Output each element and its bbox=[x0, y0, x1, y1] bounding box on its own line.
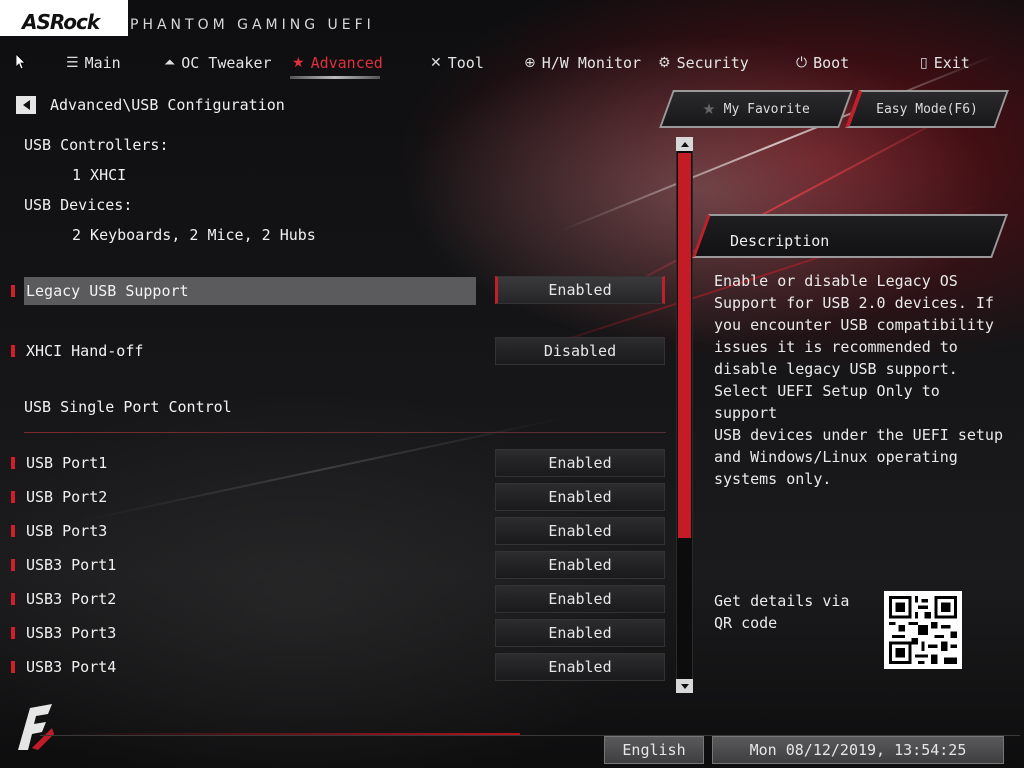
tab-hw-monitor[interactable]: ⊕ H/W Monitor bbox=[524, 50, 641, 76]
active-tab-indicator bbox=[290, 76, 380, 79]
usb-controllers-value: 1 XHCI bbox=[72, 166, 127, 184]
tab-tool[interactable]: ✕ Tool bbox=[430, 50, 484, 76]
tab-boot[interactable]: ⏻ Boot bbox=[796, 50, 849, 76]
usb-port2-value[interactable]: Enabled bbox=[495, 483, 665, 511]
usb3-port4-label[interactable]: USB3 Port4 bbox=[26, 658, 116, 676]
scrollbar-thumb[interactable] bbox=[678, 153, 691, 538]
rocket-icon: ⏶ bbox=[164, 55, 176, 71]
easy-mode-button[interactable]: Easy Mode(F6) bbox=[845, 90, 1009, 128]
nav-tabs: ☰ Main ⏶ OC Tweaker ★ Advanced ✕ Tool ⊕ … bbox=[0, 50, 1024, 80]
usb-controllers-label: USB Controllers: bbox=[24, 136, 169, 154]
qr-caption: Get details via QR code bbox=[714, 592, 850, 632]
usb3-port3-label[interactable]: USB3 Port3 bbox=[26, 624, 116, 642]
option-marker bbox=[11, 457, 15, 469]
xhci-handoff-label[interactable]: XHCI Hand-off bbox=[26, 342, 143, 360]
usb3-port3-value[interactable]: Enabled bbox=[495, 619, 665, 647]
usb-devices-label: USB Devices: bbox=[24, 196, 133, 214]
description-title: Description bbox=[730, 232, 830, 250]
tab-label: Main bbox=[84, 54, 121, 72]
star-icon: ★ bbox=[292, 55, 305, 71]
button-label: Easy Mode(F6) bbox=[876, 101, 978, 117]
section-divider bbox=[24, 432, 666, 433]
tab-main[interactable]: ☰ Main bbox=[66, 50, 121, 76]
scroll-up-button[interactable] bbox=[676, 137, 693, 151]
xhci-handoff-value[interactable]: Disabled bbox=[495, 337, 665, 365]
tab-label: Boot bbox=[813, 54, 850, 72]
shield-icon: ⚙ bbox=[658, 55, 671, 71]
usb-port1-label[interactable]: USB Port1 bbox=[26, 454, 107, 472]
star-icon: ★ bbox=[702, 100, 716, 118]
button-content: ★ My Favorite bbox=[666, 90, 846, 128]
language-selector[interactable]: English bbox=[604, 736, 704, 764]
option-marker bbox=[11, 491, 15, 503]
list-icon: ☰ bbox=[66, 55, 79, 71]
monitor-icon: ⊕ bbox=[524, 55, 536, 71]
breadcrumb-path: Advanced\USB Configuration bbox=[50, 96, 285, 114]
tab-label: H/W Monitor bbox=[541, 54, 642, 72]
usb-single-port-control-label: USB Single Port Control bbox=[24, 398, 232, 416]
back-arrow-icon bbox=[22, 100, 30, 110]
tab-label: Security bbox=[676, 54, 749, 72]
usb3-port2-label[interactable]: USB3 Port2 bbox=[26, 590, 116, 608]
tab-security[interactable]: ⚙ Security bbox=[658, 50, 749, 76]
usb-port1-value[interactable]: Enabled bbox=[495, 449, 665, 477]
tools-icon: ✕ bbox=[430, 55, 442, 71]
usb-port3-label[interactable]: USB Port3 bbox=[26, 522, 107, 540]
tab-label: Exit bbox=[933, 54, 970, 72]
tab-oc-tweaker[interactable]: ⏶ OC Tweaker bbox=[164, 50, 272, 76]
option-marker bbox=[11, 661, 15, 673]
brand-title: PHANTOM GAMING UEFI bbox=[130, 17, 375, 33]
option-marker bbox=[11, 285, 15, 297]
option-marker bbox=[11, 559, 15, 571]
tab-advanced[interactable]: ★ Advanced bbox=[292, 50, 383, 76]
asrock-logo: ASRock bbox=[0, 0, 128, 36]
arrow-up-icon bbox=[680, 141, 689, 147]
usb-port3-value[interactable]: Enabled bbox=[495, 517, 665, 545]
option-marker bbox=[11, 525, 15, 537]
datetime-display: Mon 08/12/2019, 13:54:25 bbox=[712, 736, 1004, 764]
usb3-port1-label[interactable]: USB3 Port1 bbox=[26, 556, 116, 574]
usb3-port4-value[interactable]: Enabled bbox=[495, 653, 665, 681]
usb3-port2-value[interactable]: Enabled bbox=[495, 585, 665, 613]
usb3-port1-value[interactable]: Enabled bbox=[495, 551, 665, 579]
legacy-usb-support-value[interactable]: Enabled bbox=[495, 276, 665, 304]
arrow-down-icon bbox=[680, 683, 689, 689]
qr-code-graphic bbox=[889, 596, 957, 664]
usb-port2-label[interactable]: USB Port2 bbox=[26, 488, 107, 506]
tab-label: OC Tweaker bbox=[181, 54, 272, 72]
tab-label: Tool bbox=[447, 54, 484, 72]
back-button[interactable] bbox=[16, 96, 36, 114]
power-icon: ⏻ bbox=[796, 55, 808, 71]
tab-exit[interactable]: ▯ Exit bbox=[920, 50, 970, 76]
button-label: My Favorite bbox=[723, 101, 810, 117]
usb-devices-value: 2 Keyboards, 2 Mice, 2 Hubs bbox=[72, 226, 316, 244]
my-favorite-button[interactable]: ★ My Favorite bbox=[659, 90, 853, 128]
description-body: Enable or disable Legacy OS Support for … bbox=[714, 272, 1003, 488]
legacy-usb-support-label[interactable]: Legacy USB Support bbox=[26, 282, 189, 300]
phantom-gaming-logo-icon bbox=[18, 704, 54, 750]
exit-icon: ▯ bbox=[920, 55, 928, 71]
option-marker bbox=[11, 627, 15, 639]
button-content: Easy Mode(F6) bbox=[852, 90, 1002, 128]
option-marker bbox=[11, 593, 15, 605]
breadcrumb: Advanced\USB Configuration bbox=[16, 96, 285, 114]
scroll-down-button[interactable] bbox=[676, 679, 693, 693]
logo-text: ASRock bbox=[22, 10, 100, 34]
tab-label: Advanced bbox=[310, 54, 383, 72]
qr-code-icon bbox=[884, 591, 962, 669]
option-marker bbox=[11, 345, 15, 357]
